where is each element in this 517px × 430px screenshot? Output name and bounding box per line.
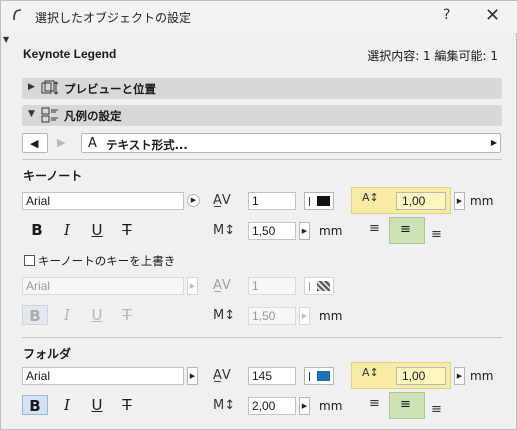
color-blue xyxy=(317,371,330,381)
section-legend[interactable]: ▼ 凡例の設定 xyxy=(22,105,502,126)
override-color-swatch[interactable] xyxy=(304,277,334,295)
align-right-icon[interactable]: ≡ xyxy=(431,227,442,242)
divider xyxy=(22,159,502,160)
underline-button[interactable]: U xyxy=(84,220,110,240)
keynote-line-height-field[interactable]: 1,50 xyxy=(248,222,296,240)
paragraph-spacing-icon: A↕ xyxy=(362,191,379,204)
override-bold-button[interactable]: B xyxy=(22,305,48,325)
next-button[interactable]: ▶ xyxy=(57,136,65,149)
dropdown-arrow-icon: ▶ xyxy=(490,138,497,147)
close-button[interactable]: ✕ xyxy=(485,5,500,26)
section-preview-label: プレビューと位置 xyxy=(64,82,156,96)
window-title: 選択したオブジェクトの設定 xyxy=(35,11,192,25)
override-checkbox[interactable] xyxy=(24,255,35,266)
text-style-icon: A xyxy=(88,136,97,151)
section-preview[interactable]: ▶ プレビューと位置 xyxy=(22,78,502,99)
preview-position-icon xyxy=(41,80,59,95)
override-font-arrow-icon[interactable]: ▶ xyxy=(187,277,198,295)
align-right-icon[interactable]: ≡ xyxy=(431,402,442,417)
font-size-icon: A̲V xyxy=(213,368,231,383)
unit-label: mm xyxy=(470,194,494,208)
folder-line-height-field[interactable]: 2,00 xyxy=(248,397,296,415)
arrow-left-icon: ◀ xyxy=(30,137,39,150)
app-icon xyxy=(13,9,22,21)
override-font-field[interactable]: Arial xyxy=(22,277,184,295)
unit-label: mm xyxy=(319,399,343,413)
legend-settings-icon xyxy=(41,107,58,123)
spacing-arrow-icon[interactable]: ▶ xyxy=(454,192,465,210)
keynote-spacing-field[interactable]: 1,00 xyxy=(396,192,446,210)
italic-button[interactable]: I xyxy=(54,220,80,240)
unit-label: mm xyxy=(319,224,343,238)
line-height-icon: M↕ xyxy=(213,308,236,323)
folder-bold-button[interactable]: B xyxy=(22,395,48,415)
align-center-button[interactable]: ≡ xyxy=(389,217,425,244)
line-height-arrow-icon[interactable]: ▶ xyxy=(299,222,310,240)
prev-button[interactable]: ◀ xyxy=(22,133,48,153)
text-style-dropdown[interactable]: A テキスト形式... ▶ xyxy=(81,133,501,153)
folder-label: フォルダ xyxy=(23,347,72,361)
object-name: Keynote Legend xyxy=(23,47,117,61)
override-label: キーノートのキーを上書き xyxy=(38,254,176,268)
override-underline-button[interactable]: U xyxy=(84,305,110,325)
keynote-label: キーノート xyxy=(23,169,83,183)
override-size-field[interactable]: 1 xyxy=(248,277,296,295)
collapse-arrow-icon[interactable]: ▼ xyxy=(3,35,9,44)
line-height-arrow-icon[interactable]: ▶ xyxy=(299,397,310,415)
align-center-button[interactable]: ≡ xyxy=(389,392,425,419)
override-italic-button[interactable]: I xyxy=(54,305,80,325)
paragraph-spacing-icon: A↕ xyxy=(362,366,379,379)
folder-font-field[interactable]: Arial xyxy=(22,367,184,385)
override-line-height-field[interactable]: 1,50 xyxy=(248,307,296,325)
align-left-icon[interactable]: ≡ xyxy=(369,221,380,236)
keynote-color-swatch[interactable] xyxy=(304,192,334,210)
section-legend-label: 凡例の設定 xyxy=(64,109,122,123)
selection-info: 選択内容: 1 編集可能: 1 xyxy=(367,49,498,63)
text-style-label: テキスト形式... xyxy=(106,138,188,152)
folder-strikethrough-button[interactable]: T xyxy=(114,395,140,415)
folder-font-arrow-icon[interactable]: ▶ xyxy=(187,367,198,385)
divider xyxy=(22,337,502,338)
color-pattern xyxy=(317,281,330,291)
align-center-icon: ≡ xyxy=(400,397,411,412)
unit-label: mm xyxy=(319,309,343,323)
folder-italic-button[interactable]: I xyxy=(54,395,80,415)
override-line-height-arrow-icon[interactable]: ▶ xyxy=(299,307,310,325)
arrow-right-icon: ▶ xyxy=(57,136,66,149)
folder-size-field[interactable]: 145 xyxy=(248,367,296,385)
align-center-icon: ≡ xyxy=(400,222,411,237)
line-height-icon: M↕ xyxy=(213,398,236,413)
align-left-icon[interactable]: ≡ xyxy=(369,396,380,411)
help-button[interactable]: ? xyxy=(443,7,450,23)
strikethrough-button[interactable]: T xyxy=(114,220,140,240)
folder-underline-button[interactable]: U xyxy=(84,395,110,415)
keynote-font-field[interactable]: Arial xyxy=(22,192,184,210)
font-size-icon: A̲V xyxy=(213,193,231,208)
font-picker-icon[interactable]: ▶ xyxy=(187,194,200,207)
keynote-size-field[interactable]: 1 xyxy=(248,192,296,210)
override-strikethrough-button[interactable]: T xyxy=(114,305,140,325)
title-bar: 選択したオブジェクトの設定 ? ✕ xyxy=(1,1,517,33)
folder-color-swatch[interactable] xyxy=(304,367,334,385)
spacing-arrow-icon[interactable]: ▶ xyxy=(454,367,465,385)
bold-button[interactable]: B xyxy=(24,220,50,240)
font-size-icon: A̲V xyxy=(213,278,231,293)
unit-label: mm xyxy=(470,369,494,383)
expand-arrow-icon: ▶ xyxy=(28,82,35,92)
color-black xyxy=(317,196,330,206)
settings-dialog: 選択したオブジェクトの設定 ? ✕ ▼ Keynote Legend 選択内容:… xyxy=(0,0,517,430)
collapse-section-arrow-icon: ▼ xyxy=(28,109,35,119)
line-height-icon: M↕ xyxy=(213,223,236,238)
folder-spacing-field[interactable]: 1,00 xyxy=(396,367,446,385)
